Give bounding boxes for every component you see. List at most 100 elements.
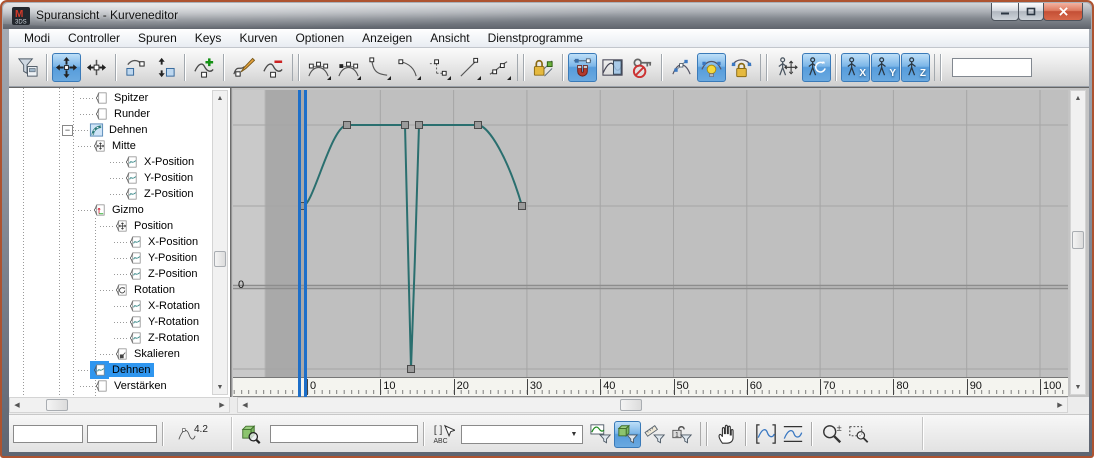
maximize-button[interactable] (1018, 3, 1044, 21)
set-tangents-custom-button[interactable] (334, 53, 363, 82)
tree-item-dehnen[interactable]: − Dehnen (9, 122, 212, 138)
biped-z-button[interactable]: Z (901, 52, 930, 82)
track-set-combo[interactable]: ▼ (461, 424, 583, 444)
biped-move-button[interactable] (772, 53, 801, 82)
reduce-keys-button[interactable] (259, 53, 288, 82)
menu-ansicht[interactable]: Ansicht (421, 29, 478, 47)
set-tangents-linear-button[interactable] (454, 53, 483, 82)
show-keyable-icons-button[interactable] (628, 53, 657, 82)
tree-item-dehnen[interactable]: Dehnen (9, 361, 212, 379)
scale-keys-button[interactable] (151, 53, 180, 82)
toolbar-text-field[interactable] (952, 57, 1032, 77)
tree-item-z-position[interactable]: Z-Position (9, 266, 212, 282)
lock-tangents-button[interactable] (529, 53, 558, 82)
show-selected-tracks-filter-button[interactable] (614, 420, 641, 448)
zoom-selected-object-button[interactable] (237, 421, 264, 448)
curve-vertical-scrollbar[interactable]: ▲ ▼ (1070, 90, 1086, 395)
tree-item-rotation[interactable]: Rotation (9, 282, 212, 298)
scroll-left-arrow[interactable]: ◀ (238, 398, 252, 412)
draw-curves-button[interactable] (229, 53, 258, 82)
move-keys-button[interactable] (52, 52, 81, 82)
curve-horizontal-scrollbar[interactable]: ◀ ▶ (237, 397, 1068, 413)
title-bar[interactable]: M 3DS Spuransicht - Kurveneditor (3, 3, 1091, 29)
close-button[interactable] (1043, 3, 1083, 21)
tree-horizontal-scrollbar[interactable]: ◀ ▶ (9, 397, 230, 413)
combo-arrow-icon[interactable]: ▼ (566, 426, 582, 443)
lock-selected-tangents-button[interactable] (727, 53, 756, 82)
scrollbar-thumb[interactable] (1072, 231, 1084, 249)
time-slider-line[interactable] (298, 90, 301, 397)
curve-editor-canvas[interactable]: 0 0 10 20 30 40 50 60 70 80 90 100 (233, 90, 1068, 398)
set-tangents-auto-button[interactable] (304, 53, 333, 82)
menu-keys[interactable]: Keys (186, 29, 231, 47)
scrollbar-thumb[interactable] (46, 399, 68, 411)
tree-vertical-scrollbar[interactable]: ▲ ▼ (212, 90, 228, 395)
scroll-left-arrow[interactable]: ◀ (10, 398, 24, 412)
show-unlocked-tracks-filter-button[interactable]: 1 (668, 421, 695, 448)
biped-x-button[interactable]: X (841, 52, 870, 82)
time-slider-line[interactable] (304, 90, 307, 397)
move-keys-horizontal-button[interactable] (82, 53, 111, 82)
biped-y-button[interactable]: Y (871, 52, 900, 82)
parameter-out-of-range-button[interactable] (598, 53, 627, 82)
time-ruler[interactable]: 0 10 20 30 40 50 60 70 80 90 100 (233, 377, 1068, 397)
menu-spuren[interactable]: Spuren (129, 29, 186, 47)
scroll-right-arrow[interactable]: ▶ (1053, 398, 1067, 412)
tree-item-y-rotation[interactable]: Y-Rotation (9, 314, 212, 330)
tree-item-z-position[interactable]: Z-Position (9, 186, 212, 202)
tree-item-y-position[interactable]: Y-Position (9, 170, 212, 186)
tree-item-skalieren[interactable]: Skalieren (9, 346, 212, 362)
pan-button[interactable] (713, 421, 740, 448)
curve-key[interactable] (518, 202, 526, 210)
show-spinner-tracks-filter-button[interactable] (641, 421, 668, 448)
set-tangents-slow-button[interactable] (394, 53, 423, 82)
menu-modi[interactable]: Modi (15, 29, 59, 47)
scroll-down-arrow[interactable]: ▼ (213, 380, 227, 394)
snap-frames-button[interactable] (568, 52, 597, 82)
tree-item-x-position[interactable]: X-Position (9, 154, 212, 170)
tree-item-z-rotation[interactable]: Z-Rotation (9, 330, 212, 346)
menu-anzeigen[interactable]: Anzeigen (353, 29, 421, 47)
select-by-name-button[interactable]: [ ] ABC (430, 421, 457, 448)
tree-item-mitte[interactable]: Mitte (9, 138, 212, 154)
curve-key[interactable] (401, 121, 409, 129)
curve-key[interactable] (343, 121, 351, 129)
curve-key[interactable] (415, 121, 423, 129)
curve-key[interactable] (407, 365, 415, 373)
scroll-up-arrow[interactable]: ▲ (213, 91, 227, 105)
tree-item-verst-rken[interactable]: Verstärken (9, 378, 212, 394)
menu-kurven[interactable]: Kurven (230, 29, 286, 47)
tree-item-y-position[interactable]: Y-Position (9, 250, 212, 266)
collapse-toggle[interactable]: − (62, 124, 73, 136)
tree-item-position[interactable]: Position (9, 218, 212, 234)
key-time-field[interactable] (13, 425, 83, 443)
scroll-up-arrow[interactable]: ▲ (1071, 91, 1085, 105)
zoom-button[interactable]: ± (818, 421, 845, 448)
add-keys-button[interactable] (190, 53, 219, 82)
scrollbar-thumb[interactable] (214, 251, 226, 267)
curve-key[interactable] (474, 121, 482, 129)
show-tangents-button[interactable] (667, 53, 696, 82)
biped-rotate-button[interactable] (802, 52, 831, 82)
minimize-button[interactable] (991, 3, 1019, 21)
set-tangents-fast-button[interactable] (364, 53, 393, 82)
tree-item-runder[interactable]: Runder (9, 106, 212, 122)
scrollbar-thumb[interactable] (620, 399, 642, 411)
show-all-tangents-button[interactable] (697, 52, 726, 82)
scroll-down-arrow[interactable]: ▼ (1071, 380, 1085, 394)
filter-button[interactable] (13, 53, 42, 82)
frame-horizontal-extents-button[interactable] (752, 421, 779, 448)
tree-item-gizmo[interactable]: Gizmo (9, 202, 212, 218)
set-tangents-step-button[interactable] (424, 53, 453, 82)
menu-controller[interactable]: Controller (59, 29, 129, 47)
zoom-region-button[interactable] (845, 421, 872, 448)
show-animated-tracks-filter-button[interactable] (587, 421, 614, 448)
frame-value-extents-button[interactable] (779, 421, 806, 448)
set-tangents-smooth-button[interactable] (484, 53, 513, 82)
track-name-field[interactable] (270, 425, 418, 443)
tree-item-x-rotation[interactable]: X-Rotation (9, 298, 212, 314)
scroll-right-arrow[interactable]: ▶ (215, 398, 229, 412)
menu-dienstprogramme[interactable]: Dienstprogramme (479, 29, 592, 47)
function-curve-plot[interactable] (233, 90, 1068, 377)
key-value-field[interactable] (87, 425, 157, 443)
